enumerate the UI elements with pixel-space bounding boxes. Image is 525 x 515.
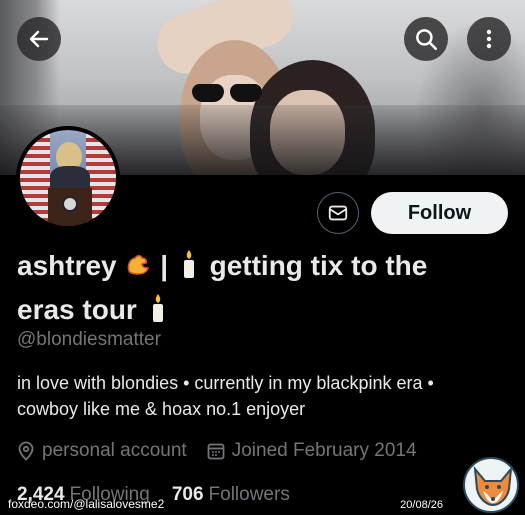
profile-handle: @blondiesmatter [17,329,161,350]
display-name-first: ashtrey [17,250,117,281]
display-name-second-line: eras tour [17,294,137,325]
more-vertical-icon [486,29,492,49]
watermark-date: 20/08/26 [400,499,443,511]
candle-icon-2 [149,293,167,334]
bio-line: in love with blondies • currently in my … [17,373,434,393]
envelope-icon [328,205,348,221]
followers-count: 706 [171,484,204,505]
category-item: personal account [17,440,187,462]
fox-logo-icon [463,457,519,513]
joined-item: Joined February 2014 [207,440,417,462]
profile-bio: in love with blondies • currently in my … [17,370,517,422]
calendar-icon [207,443,225,460]
profile-meta: personal account Joined February 2014 [17,440,437,462]
banner-sunglasses [192,84,262,102]
more-button[interactable] [467,17,511,61]
profile-avatar[interactable] [16,126,120,230]
avatar-seal [62,196,78,212]
follow-button[interactable]: Follow [371,192,508,234]
bio-line: cowboy like me & hoax no.1 enjoyer [17,399,306,419]
arrow-left-icon [29,30,49,48]
joined-label: Joined February 2014 [231,440,417,461]
followers-label: Followers [208,484,290,505]
message-button[interactable] [317,192,359,234]
watermark-text: foxdeo.com/@lalisalovesme2 [8,497,165,511]
candle-icon [180,249,198,290]
muscle-emoji-icon [124,250,152,290]
avatar-flag-left [20,130,50,226]
name-separator: | [160,250,169,281]
display-name-text: getting tix to the [209,250,428,281]
display-name: ashtrey | getting tix to the eras tour [17,246,507,334]
category-label: personal account [42,440,187,461]
followers-link[interactable]: 706 Followers [172,484,290,506]
search-icon [416,29,437,50]
avatar-image [20,130,116,226]
back-button[interactable] [17,17,61,61]
search-button[interactable] [404,17,448,61]
location-pin-icon [18,441,34,461]
